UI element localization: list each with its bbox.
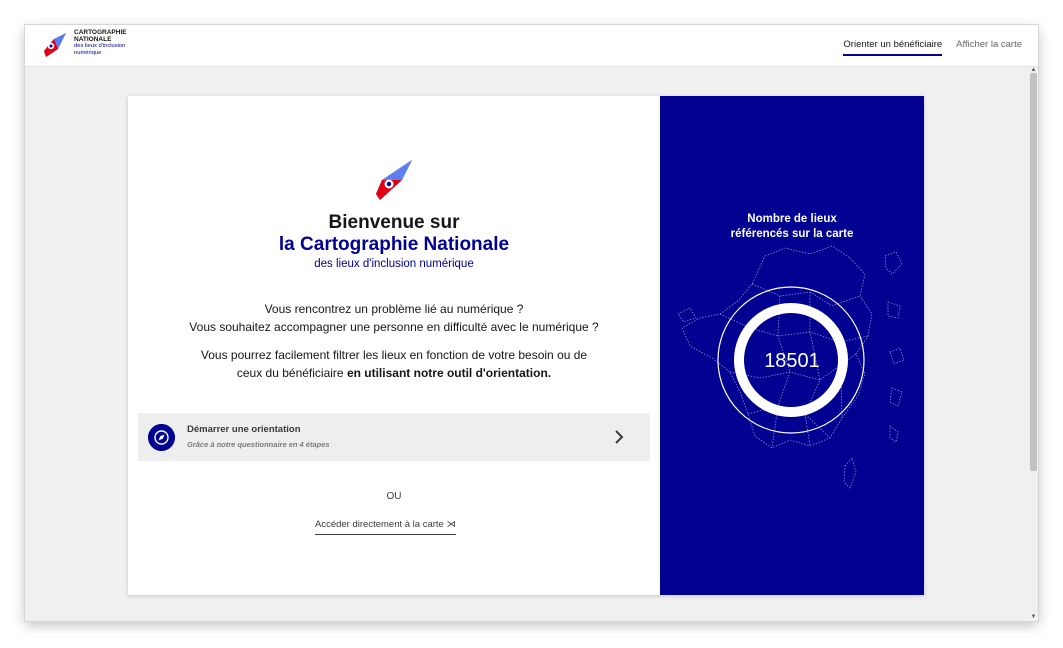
compass-hero-icon	[376, 160, 412, 200]
intro-info-bold: en utilisant notre outil d'orientation.	[346, 366, 552, 380]
main-nav: Orienter un bénéficiaire Afficher la car…	[843, 39, 1022, 56]
cta-title: Démarrer une orientation	[187, 424, 301, 435]
brand-line-3: des lieux d'inclusion	[74, 43, 126, 49]
cta-subtitle: Grâce à notre questionnaire en 4 étapes	[187, 440, 330, 449]
compass-logo-icon	[44, 33, 66, 57]
welcome-panel: Bienvenue sur la Cartographie Nationale …	[128, 96, 660, 595]
brand-line-1: CARTOGRAPHIE	[74, 29, 127, 36]
welcome-subtitle: la Cartographie Nationale	[278, 234, 510, 255]
places-count: 18501	[764, 350, 820, 372]
intro-info-line-1: Vous pourrez facilement filtrer les lieu…	[200, 348, 588, 362]
brand-line-4: numérique	[74, 50, 102, 56]
scrollbar-thumb[interactable]	[1030, 73, 1037, 471]
brand-text: CARTOGRAPHIE NATIONALE des lieux d'inclu…	[74, 29, 127, 57]
stats-title-line-2: référencés sur la carte	[730, 228, 854, 240]
or-separator: OU	[386, 491, 402, 502]
intro-info-line-2: ceux du bénéficiaire en utilisant notre …	[128, 364, 660, 382]
welcome-tagline: des lieux d'inclusion numérique	[314, 258, 474, 270]
nav-afficher-carte[interactable]: Afficher la carte	[956, 39, 1022, 56]
scroll-down-icon[interactable]: ▼	[1030, 614, 1037, 621]
direct-map-link[interactable]: Accéder directement à la carte ⋊	[315, 519, 456, 535]
start-orientation-button[interactable]: Démarrer une orientation Grâce à notre q…	[138, 413, 650, 461]
stats-title-line-1: Nombre de lieux	[747, 213, 837, 225]
stats-title: Nombre de lieux référencés sur la carte	[660, 212, 924, 242]
intro-info-text: ceux du bénéficiaire	[236, 366, 344, 380]
intro-questions: Vous rencontrez un problème lié au numér…	[128, 300, 660, 336]
site-header: CARTOGRAPHIE NATIONALE des lieux d'inclu…	[25, 25, 1038, 67]
intro-info: Vous pourrez facilement filtrer les lieu…	[128, 346, 660, 382]
chevron-right-icon	[615, 430, 624, 444]
welcome-card: Bienvenue sur la Cartographie Nationale …	[128, 96, 924, 595]
brand-logo-link[interactable]: CARTOGRAPHIE NATIONALE des lieux d'inclu…	[38, 29, 127, 61]
intro-question-2: Vous souhaitez accompagner une personne …	[189, 320, 599, 334]
stats-panel: Nombre de lieux référencés sur la carte …	[660, 96, 924, 595]
intro-question-1: Vous rencontrez un problème lié au numér…	[264, 302, 524, 316]
vertical-scrollbar[interactable]: ▲ ▼	[1029, 67, 1038, 621]
welcome-title: Bienvenue sur	[328, 212, 460, 233]
brand-line-2: NATIONALE	[74, 36, 112, 43]
browser-window: CARTOGRAPHIE NATIONALE des lieux d'inclu…	[25, 25, 1038, 621]
nav-orienter-beneficiaire[interactable]: Orienter un bénéficiaire	[843, 39, 943, 56]
compass-icon	[148, 424, 175, 451]
france-map-illustration	[677, 245, 905, 489]
